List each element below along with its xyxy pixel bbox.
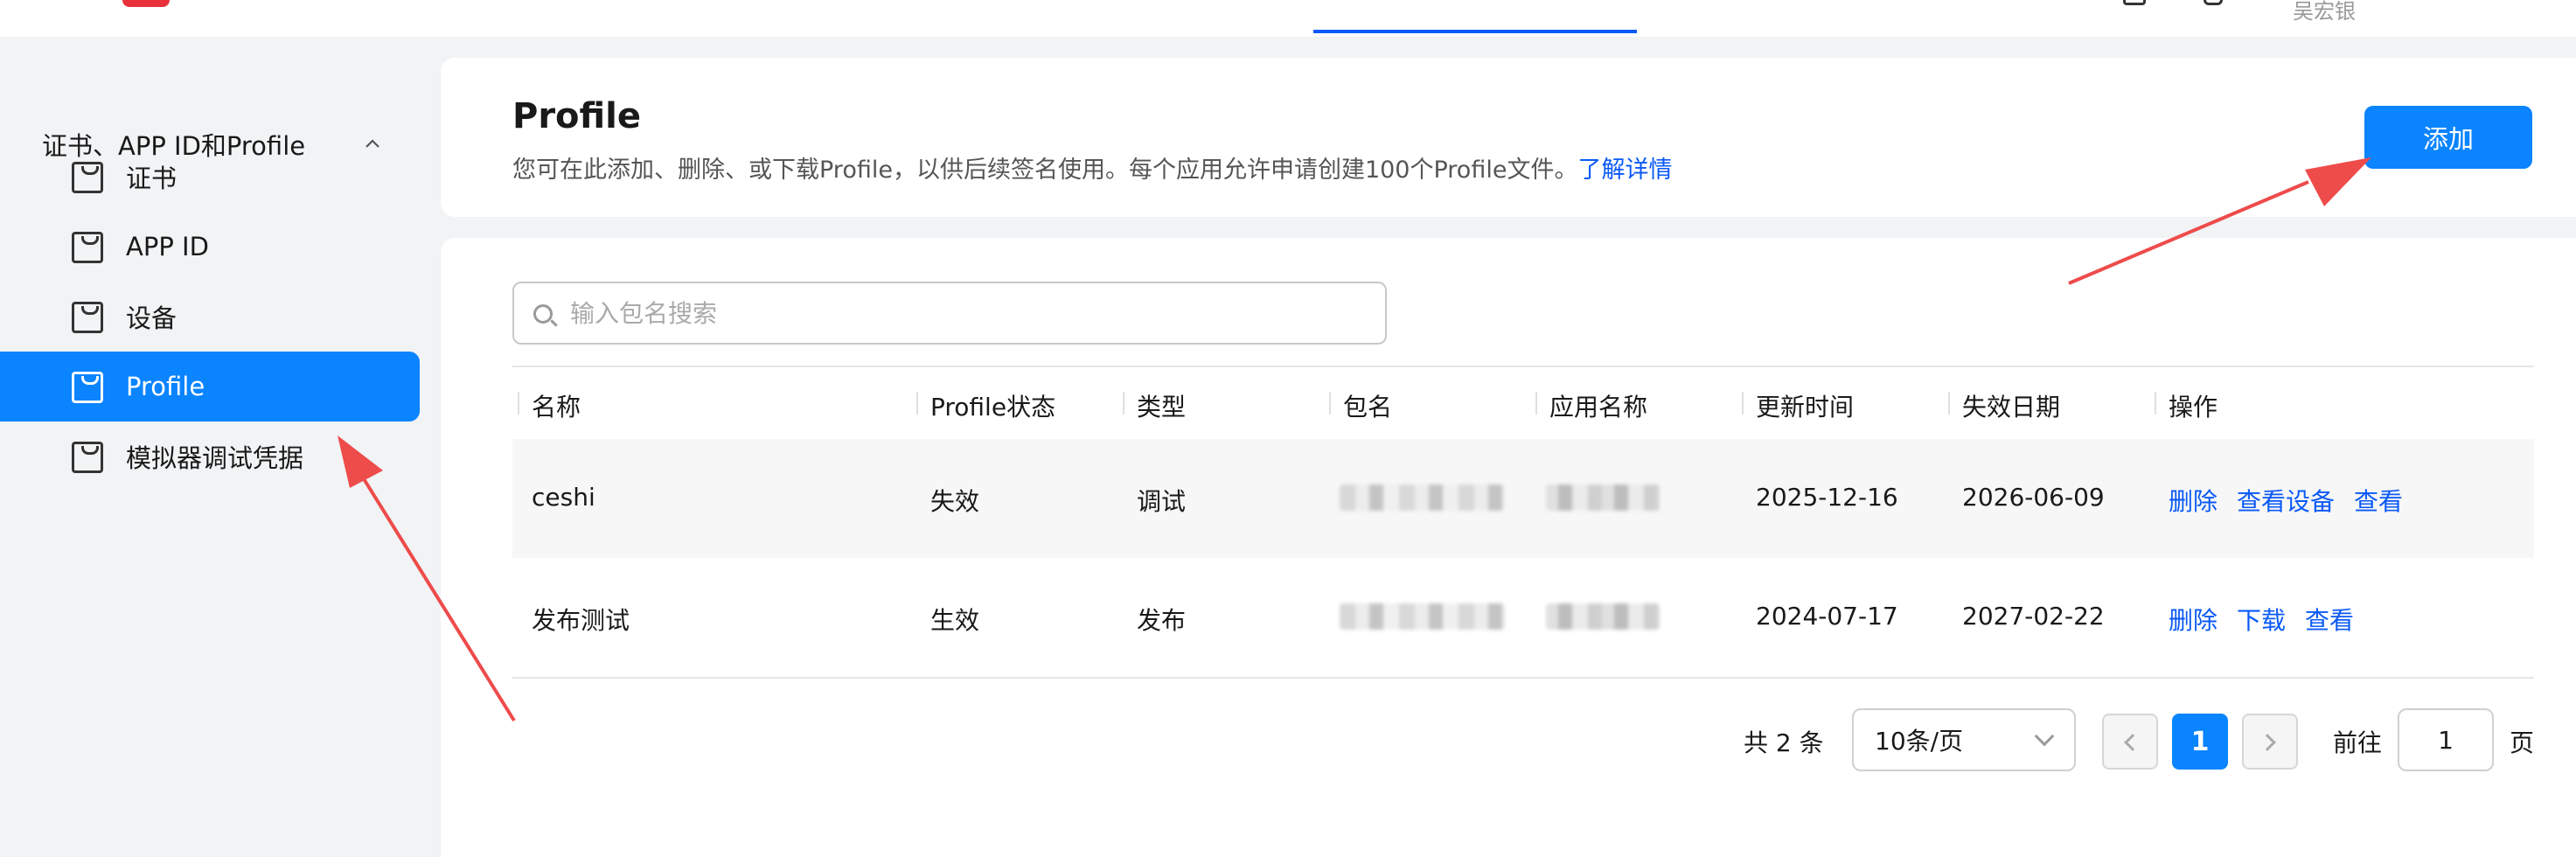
table-row: 发布测试 生效 发布 2024-07-17 2027-02-22 删除 下载 查看 xyxy=(512,558,2534,677)
bag-icon xyxy=(72,302,103,333)
table-row: ceshi 失效 调试 2025-12-16 2026-06-09 删除 查看设备… xyxy=(512,439,2534,558)
column-header-package: 包名 xyxy=(1324,388,1392,423)
view-devices-link[interactable]: 查看设备 xyxy=(2237,487,2335,516)
sidebar-item-label: 证书 xyxy=(126,164,178,193)
search-icon xyxy=(533,304,553,324)
profile-table: 名称 Profile状态 类型 包名 应用名称 更新时间 失效日期 操作 ces… xyxy=(512,366,2534,679)
delete-link[interactable]: 删除 xyxy=(2169,487,2217,516)
page-description: 您可在此添加、删除、或下载Profile，以供后续签名使用。每个应用允许申请创建… xyxy=(512,150,1672,185)
bag-icon xyxy=(72,162,103,193)
cell-type: 调试 xyxy=(1137,487,1187,516)
total-count: 共 2 条 xyxy=(1744,728,1824,757)
sidebar-item-profile[interactable]: Profile xyxy=(0,352,420,422)
cell-package-redacted xyxy=(1340,603,1506,630)
chevron-left-icon xyxy=(2124,734,2141,751)
cell-type: 发布 xyxy=(1137,606,1187,635)
help-icon[interactable] xyxy=(2204,0,2223,5)
sidebar: 证书、APP ID和Profile 证书 APP ID 设备 Profile 模… xyxy=(0,37,420,857)
cell-status: 生效 xyxy=(930,606,980,635)
top-bar: 吴宏银 xyxy=(0,0,2576,37)
goto-page-input[interactable] xyxy=(2398,708,2494,771)
sidebar-item-label: 设备 xyxy=(126,303,178,333)
bag-icon xyxy=(72,372,103,403)
view-link[interactable]: 查看 xyxy=(2305,606,2354,635)
goto-label: 前往 xyxy=(2333,728,2383,757)
bag-icon xyxy=(72,442,103,473)
column-header-type: 类型 xyxy=(1117,388,1186,423)
prev-page-button[interactable] xyxy=(2102,714,2158,770)
sidebar-item-label: APP ID xyxy=(126,232,209,261)
cell-updated: 2025-12-16 xyxy=(1756,483,1898,512)
active-tab-indicator xyxy=(1313,30,1637,33)
page-number-current[interactable]: 1 xyxy=(2172,714,2228,770)
chevron-right-icon xyxy=(2259,734,2276,751)
profile-table-card: 名称 Profile状态 类型 包名 应用名称 更新时间 失效日期 操作 ces… xyxy=(441,238,2576,857)
next-page-button[interactable] xyxy=(2242,714,2298,770)
sidebar-item-label: Profile xyxy=(126,372,205,401)
delete-link[interactable]: 删除 xyxy=(2169,606,2217,635)
cell-actions: 删除 下载 查看 xyxy=(2149,602,2373,637)
column-header-updated: 更新时间 xyxy=(1737,388,1854,423)
page-size-value: 10条/页 xyxy=(1875,727,1964,756)
cell-name: ceshi xyxy=(532,483,595,512)
sidebar-item-label: 模拟器调试凭据 xyxy=(126,443,304,473)
user-name[interactable]: 吴宏银 xyxy=(2293,0,2356,23)
cell-actions: 删除 查看设备 查看 xyxy=(2149,483,2422,518)
page-size-select[interactable]: 10条/页 xyxy=(1852,708,2076,771)
description-text: 您可在此添加、删除、或下载Profile，以供后续签名使用。每个应用允许申请创建… xyxy=(512,157,1578,184)
cell-app-name-redacted xyxy=(1546,603,1660,630)
column-header-expires: 失效日期 xyxy=(1943,388,2060,423)
cell-name: 发布测试 xyxy=(532,606,630,635)
page-title: Profile xyxy=(512,96,642,136)
sidebar-item-device[interactable]: 设备 xyxy=(0,282,420,352)
cell-status: 失效 xyxy=(930,487,980,516)
column-header-status: Profile状态 xyxy=(911,388,1055,423)
download-link[interactable]: 下载 xyxy=(2237,606,2286,635)
page-header: Profile 您可在此添加、删除、或下载Profile，以供后续签名使用。每个… xyxy=(441,58,2576,217)
sidebar-item-certificate[interactable]: 证书 xyxy=(0,142,420,212)
column-header-actions: 操作 xyxy=(2149,388,2217,423)
logo-icon[interactable] xyxy=(122,0,170,7)
chevron-down-icon xyxy=(2034,726,2055,747)
table-header: 名称 Profile状态 类型 包名 应用名称 更新时间 失效日期 操作 xyxy=(512,366,2534,439)
pagination: 共 2 条 10条/页 1 前往 页 xyxy=(441,708,2576,771)
column-header-name: 名称 xyxy=(512,388,581,423)
sidebar-item-emulator-credentials[interactable]: 模拟器调试凭据 xyxy=(0,422,420,491)
cell-app-name-redacted xyxy=(1546,484,1660,511)
table-divider xyxy=(512,677,2534,679)
cell-expires: 2026-06-09 xyxy=(1962,483,2105,512)
sidebar-item-app-id[interactable]: APP ID xyxy=(0,212,420,282)
view-link[interactable]: 查看 xyxy=(2354,487,2403,516)
cell-updated: 2024-07-17 xyxy=(1756,602,1898,631)
column-header-app-name: 应用名称 xyxy=(1530,388,1647,423)
bag-icon xyxy=(72,232,103,263)
notification-icon[interactable] xyxy=(2123,0,2146,5)
add-button[interactable]: 添加 xyxy=(2364,106,2532,169)
learn-more-link[interactable]: 了解详情 xyxy=(1577,157,1672,184)
goto-suffix: 页 xyxy=(2510,728,2535,757)
cell-expires: 2027-02-22 xyxy=(1962,602,2105,631)
search-box[interactable] xyxy=(512,282,1387,345)
search-input[interactable] xyxy=(570,290,1357,336)
cell-package-redacted xyxy=(1340,484,1506,511)
